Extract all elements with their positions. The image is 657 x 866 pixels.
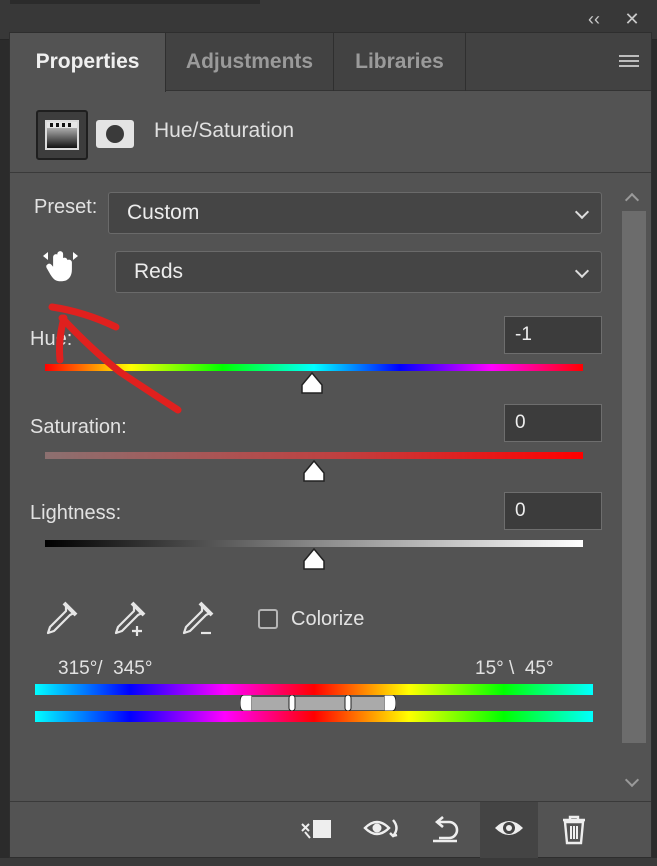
adjustment-title: Hue/Saturation [154,119,295,142]
tab-adjustments[interactable]: Adjustments [166,33,334,91]
chevron-down-icon [574,263,590,279]
colorize-label: Colorize [291,608,365,630]
preset-label: Preset: [34,196,98,218]
clip-to-layer-button[interactable] [287,802,345,858]
eyedropper-subtract-icon[interactable] [176,599,216,639]
hue-slider-track[interactable] [45,364,583,371]
collapse-panels-button[interactable]: ‹‹ [580,6,608,32]
properties-panel: Properties Adjustments Libraries Hue/Sat… [9,32,652,858]
panel-footer [10,801,651,858]
hue-input[interactable]: -1 [504,316,602,354]
reset-icon [433,816,459,843]
adjustment-controls: Preset: Custom Reds Hue: -1 Saturation: … [10,174,651,799]
reset-button[interactable] [416,802,474,858]
range-left-falloff-handle[interactable] [240,695,252,711]
eyedropper-icon[interactable] [40,599,80,639]
adjustment-layer-icon[interactable] [36,110,88,160]
lightness-slider-thumb[interactable] [302,547,326,571]
lightness-slider-track[interactable] [45,540,583,547]
dock-bottom-edge [0,858,657,866]
output-color-bar [35,711,593,722]
input-color-bar [35,684,593,695]
range-band [252,697,384,710]
tab-libraries[interactable]: Libraries [334,33,466,91]
channel-value: Reds [134,260,184,283]
color-range-slider[interactable] [240,695,396,711]
range-left-handle[interactable] [288,695,296,711]
view-previous-state-icon [363,819,398,838]
hand-scrubber-icon[interactable] [40,248,80,288]
hue-slider-thumb[interactable] [300,371,324,395]
visibility-eye-icon [495,821,523,835]
saturation-input[interactable]: 0 [504,404,602,442]
range-right-handle[interactable] [344,695,352,711]
channel-dropdown[interactable]: Reds [115,251,602,293]
lightness-input[interactable]: 0 [504,492,602,530]
range-right-degrees: 15° \ 45° [475,658,554,679]
close-panel-button[interactable]: ✕ [618,6,646,32]
preset-dropdown[interactable]: Custom [108,192,602,234]
saturation-slider-thumb[interactable] [302,459,326,483]
delete-icon [563,815,585,845]
hue-label: Hue: [30,328,73,350]
lightness-label: Lightness: [30,502,122,524]
saturation-slider-track[interactable] [45,452,583,459]
clip-to-layer-icon [301,820,331,839]
tab-properties[interactable]: Properties [10,33,166,92]
saturation-label: Saturation: [30,416,127,438]
chevron-down-icon [574,204,590,220]
adjustment-header: Hue/Saturation [10,93,651,173]
delete-adjustment-button[interactable] [545,802,603,858]
range-left-degrees: 315°/ 345° [58,658,153,679]
preset-value: Custom [127,201,200,224]
eyedropper-add-icon[interactable] [108,599,148,639]
colorize-checkbox[interactable] [258,609,278,629]
toggle-visibility-button[interactable] [480,802,538,858]
panel-tab-bar: Properties Adjustments Libraries [10,33,651,92]
dock-notch [10,0,260,4]
view-previous-state-button[interactable] [350,802,408,858]
panel-menu-icon[interactable] [619,55,639,69]
range-right-falloff-handle[interactable] [384,695,396,711]
layer-mask-icon[interactable] [96,120,134,148]
